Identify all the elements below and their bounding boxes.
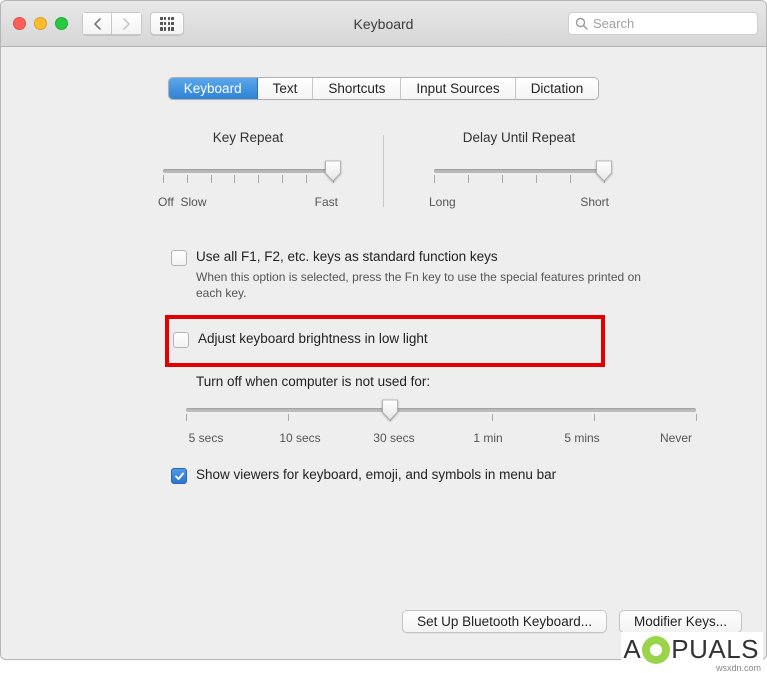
preferences-window: Keyboard Search Keyboard Text Shortcuts … [0, 0, 767, 660]
highlighted-option: Adjust keyboard brightness in low light [165, 315, 605, 367]
tab-shortcuts[interactable]: Shortcuts [313, 78, 401, 99]
chevron-right-icon [122, 18, 131, 30]
idle-off-labels: 5 secs 10 secs 30 secs 1 min 5 mins Neve… [171, 431, 711, 445]
search-input[interactable]: Search [568, 12, 758, 35]
slider-row: Key Repeat [61, 130, 706, 209]
grid-icon [160, 17, 174, 31]
search-icon [575, 17, 588, 30]
titlebar: Keyboard Search [1, 1, 766, 47]
delay-right-label: Short [580, 195, 609, 209]
window-controls [13, 17, 68, 30]
minimize-icon[interactable] [34, 17, 47, 30]
tab-input-sources[interactable]: Input Sources [401, 78, 515, 99]
settings-area: Key Repeat [1, 100, 766, 487]
watermark-icon [642, 636, 670, 664]
zoom-icon[interactable] [55, 17, 68, 30]
show-viewers-row: Show viewers for keyboard, emoji, and sy… [171, 467, 656, 484]
fn-keys-description: When this option is selected, press the … [196, 269, 656, 301]
fn-keys-row: Use all F1, F2, etc. keys as standard fu… [171, 249, 656, 266]
key-repeat-block: Key Repeat [133, 130, 363, 209]
delay-left-label: Long [429, 195, 456, 209]
slider-thumb[interactable] [382, 399, 399, 421]
adjust-brightness-row: Adjust keyboard brightness in low light [173, 331, 595, 348]
fn-keys-checkbox[interactable] [171, 250, 187, 266]
watermark-url: wsxdn.com [716, 663, 761, 673]
modifier-keys-button[interactable]: Modifier Keys... [619, 610, 742, 633]
adjust-brightness-label: Adjust keyboard brightness in low light [198, 331, 428, 346]
check-icon [174, 471, 185, 482]
idle-off-slider[interactable]: 5 secs 10 secs 30 secs 1 min 5 mins Neve… [186, 404, 696, 445]
setup-bluetooth-button[interactable]: Set Up Bluetooth Keyboard... [402, 610, 607, 633]
fn-keys-label: Use all F1, F2, etc. keys as standard fu… [196, 249, 498, 264]
search-placeholder: Search [593, 17, 634, 30]
navigation-buttons [82, 12, 142, 35]
bottom-buttons: Set Up Bluetooth Keyboard... Modifier Ke… [402, 610, 742, 633]
options-column: Use all F1, F2, etc. keys as standard fu… [171, 249, 656, 484]
back-button[interactable] [82, 12, 112, 35]
key-repeat-left-label: Off Slow [158, 195, 206, 209]
watermark-logo: A PUALS [621, 632, 763, 667]
show-viewers-checkbox[interactable] [171, 468, 187, 484]
adjust-brightness-checkbox[interactable] [173, 332, 189, 348]
slider-thumb[interactable] [325, 160, 342, 182]
tab-bar: Keyboard Text Shortcuts Input Sources Di… [168, 77, 599, 100]
content-area: Keyboard Text Shortcuts Input Sources Di… [1, 47, 766, 659]
key-repeat-title: Key Repeat [213, 130, 284, 145]
delay-title: Delay Until Repeat [463, 130, 576, 145]
key-repeat-right-label: Fast [315, 195, 338, 209]
close-icon[interactable] [13, 17, 26, 30]
key-repeat-slider[interactable] [163, 165, 333, 193]
tab-text[interactable]: Text [258, 78, 314, 99]
delay-slider[interactable] [434, 165, 604, 193]
slider-thumb[interactable] [596, 160, 613, 182]
tab-dictation[interactable]: Dictation [516, 78, 599, 99]
tab-keyboard[interactable]: Keyboard [169, 78, 258, 99]
divider [383, 135, 384, 207]
forward-button[interactable] [112, 12, 142, 35]
show-viewers-label: Show viewers for keyboard, emoji, and sy… [196, 467, 556, 482]
show-all-button[interactable] [150, 12, 184, 35]
delay-block: Delay Until Repeat Long [404, 130, 634, 209]
chevron-left-icon [93, 18, 102, 30]
idle-off-title: Turn off when computer is not used for: [196, 374, 656, 389]
